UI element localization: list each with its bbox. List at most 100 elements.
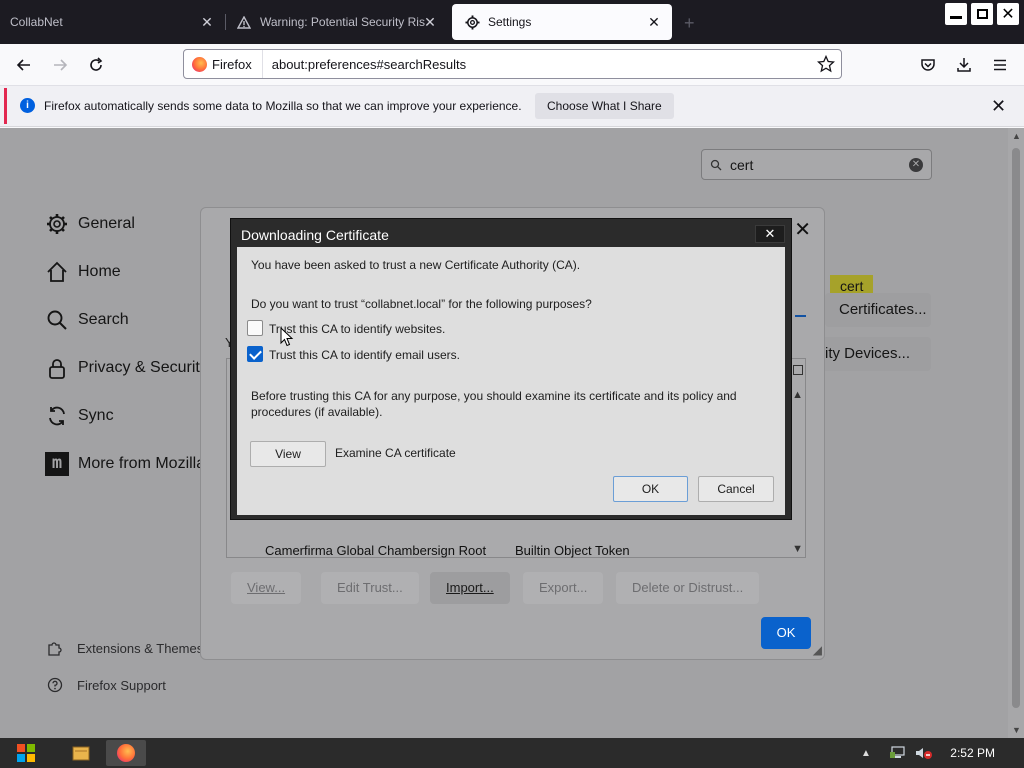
- sidebar-item-general[interactable]: General: [45, 212, 135, 236]
- sidebar-item-label: More from Mozilla: [78, 455, 206, 472]
- trust-email-label[interactable]: Trust this CA to identify email users.: [269, 348, 460, 362]
- edit-trust-button[interactable]: Edit Trust...: [321, 572, 419, 604]
- pocket-icon[interactable]: [916, 53, 940, 77]
- sidebar-item-privacy[interactable]: Privacy & Security: [45, 356, 208, 380]
- choose-what-i-share-button[interactable]: Choose What I Share: [535, 93, 674, 119]
- trust-websites-checkbox[interactable]: [247, 320, 263, 336]
- file-explorer-icon[interactable]: [61, 740, 101, 766]
- sidebar-footer-label: Firefox Support: [77, 677, 166, 693]
- certificate-name-cell[interactable]: Camerfirma Global Chambersign Root: [265, 543, 486, 558]
- sync-icon: [45, 404, 69, 428]
- help-icon: [46, 676, 64, 694]
- downloads-icon[interactable]: [952, 53, 976, 77]
- sidebar-item-search[interactable]: Search: [45, 308, 129, 332]
- show-hidden-icons-icon[interactable]: ▲: [856, 740, 876, 766]
- export-button[interactable]: Export...: [523, 572, 604, 604]
- sidebar-item-label: General: [78, 215, 135, 232]
- view-ca-certificate-button[interactable]: View: [250, 441, 326, 467]
- puzzle-icon: [46, 639, 64, 657]
- dialog-question-text: Do you want to trust “collabnet.local” f…: [251, 297, 592, 311]
- search-icon: [45, 308, 69, 332]
- preferences-search-input[interactable]: cert ✕: [701, 149, 932, 180]
- ok-button[interactable]: OK: [613, 476, 688, 502]
- sidebar-item-label: Privacy & Security: [78, 359, 208, 376]
- tab-label: CollabNet: [10, 15, 63, 29]
- tab-close-icon[interactable]: ✕: [199, 14, 215, 30]
- close-dialog-icon[interactable]: ✕: [755, 225, 785, 243]
- identity-box[interactable]: Firefox: [184, 50, 263, 78]
- gear-icon: [45, 212, 69, 236]
- sidebar-footer-extensions[interactable]: Extensions & Themes: [46, 639, 203, 657]
- scroll-up-icon[interactable]: ▲: [1012, 131, 1021, 141]
- view-certificates-button[interactable]: Certificates...: [825, 293, 931, 327]
- search-query: cert: [730, 156, 754, 173]
- info-icon: i: [20, 98, 35, 113]
- cancel-button[interactable]: Cancel: [698, 476, 774, 502]
- close-notification-icon[interactable]: ✕: [991, 96, 1006, 117]
- network-icon[interactable]: [888, 740, 908, 766]
- taskbar-clock[interactable]: 2:52 PM: [950, 746, 995, 760]
- url-bar[interactable]: Firefox about:preferences#searchResults: [183, 49, 842, 79]
- mozilla-icon: m: [45, 452, 69, 476]
- lock-icon: [45, 356, 69, 380]
- sidebar-footer-label: Extensions & Themes: [77, 640, 204, 656]
- list-scroll-up-icon[interactable]: ▲: [792, 389, 803, 401]
- selected-tab-indicator: [795, 315, 806, 317]
- sidebar-item-label: Sync: [78, 407, 114, 424]
- clear-search-icon[interactable]: ✕: [909, 158, 923, 172]
- sidebar-item-label: Home: [78, 263, 121, 280]
- trust-websites-label[interactable]: Trust this CA to identify websites.: [269, 322, 445, 336]
- start-button-icon[interactable]: [6, 740, 46, 766]
- navigation-toolbar: Firefox about:preferences#searchResults: [0, 44, 1024, 86]
- home-icon: [45, 260, 69, 284]
- delete-or-distrust-button[interactable]: Delete or Distrust...: [616, 572, 760, 604]
- page-scrollbar[interactable]: ▲ ▼: [1008, 128, 1024, 738]
- url-text[interactable]: about:preferences#searchResults: [272, 57, 466, 72]
- forward-icon[interactable]: [48, 53, 72, 77]
- tab-close-icon[interactable]: ✕: [422, 14, 438, 30]
- close-dialog-icon[interactable]: ✕: [794, 217, 811, 242]
- restore-icon[interactable]: [971, 3, 993, 25]
- sidebar-item-label: Search: [78, 311, 129, 328]
- firefox-logo-icon: [192, 56, 207, 72]
- tab-label: Warning: Potential Security Risk Ahead: [260, 15, 425, 29]
- sidebar-item-sync[interactable]: Sync: [45, 404, 114, 428]
- minimize-icon[interactable]: [945, 3, 967, 25]
- cert-manager-ok-button[interactable]: OK: [761, 617, 811, 649]
- hamburger-menu-icon[interactable]: [988, 53, 1012, 77]
- tab-security-warning[interactable]: Warning: Potential Security Risk Ahead ✕: [226, 4, 448, 40]
- gear-icon: [464, 14, 480, 30]
- back-icon[interactable]: [12, 53, 36, 77]
- identity-label: Firefox: [212, 56, 252, 72]
- list-scroll-down-icon[interactable]: ▼: [792, 543, 803, 555]
- tab-collabnet[interactable]: CollabNet ✕: [0, 4, 225, 40]
- trust-email-checkbox[interactable]: [247, 346, 263, 362]
- tab-close-icon[interactable]: ✕: [646, 14, 662, 30]
- scroll-down-icon[interactable]: ▼: [1012, 725, 1021, 735]
- reload-icon[interactable]: [84, 53, 108, 77]
- notification-message: Firefox automatically sends some data to…: [44, 99, 522, 113]
- tab-settings[interactable]: Settings ✕: [452, 4, 672, 40]
- dialog-warning-text: Before trusting this CA for any purpose,…: [251, 389, 737, 419]
- scrollbar-thumb[interactable]: [1012, 148, 1020, 708]
- volume-muted-icon[interactable]: [912, 740, 936, 766]
- column-picker-icon[interactable]: [793, 365, 803, 375]
- view-certificate-button[interactable]: View...: [231, 572, 302, 604]
- sidebar-item-more-from-mozilla[interactable]: m More from Mozilla: [45, 452, 205, 476]
- sidebar-item-home[interactable]: Home: [45, 260, 121, 284]
- dialog-body: You have been asked to trust a new Certi…: [237, 247, 785, 515]
- bookmark-star-icon[interactable]: [816, 54, 836, 76]
- notification-accent-stripe: [4, 88, 7, 124]
- downloading-certificate-dialog: Downloading Certificate ✕ You have been …: [230, 218, 792, 520]
- warning-icon: [236, 14, 252, 30]
- close-window-icon[interactable]: ✕: [997, 3, 1019, 25]
- new-tab-icon[interactable]: +: [684, 13, 695, 34]
- data-collection-notification: i Firefox automatically sends some data …: [0, 86, 1024, 127]
- security-device-cell[interactable]: Builtin Object Token: [515, 543, 630, 558]
- sidebar-footer-support[interactable]: Firefox Support: [46, 676, 166, 694]
- import-button[interactable]: Import...: [430, 572, 510, 604]
- search-icon: [710, 159, 722, 170]
- dialog-intro-text: You have been asked to trust a new Certi…: [251, 258, 581, 272]
- resize-grip-icon[interactable]: ◢: [813, 643, 822, 657]
- firefox-taskbar-icon[interactable]: [106, 740, 146, 766]
